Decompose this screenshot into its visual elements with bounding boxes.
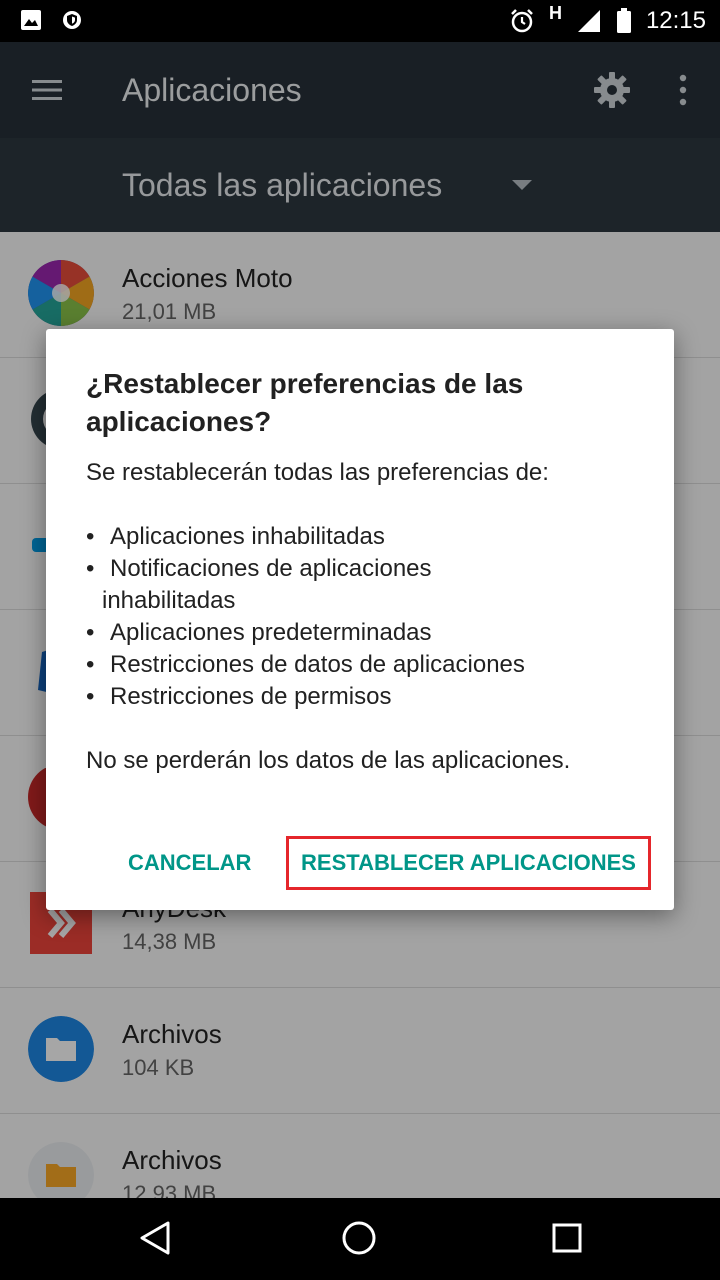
dialog-intro: Se restablecerán todas las preferencias … [86,459,549,486]
alarm-icon [511,9,533,33]
screen: H 12:15 Aplicaciones Todas las aplicacio… [0,0,720,1280]
dialog-title: ¿Restablecer preferencias de las aplicac… [86,368,524,437]
bullet-item: • Aplicaciones predeterminadas [86,619,432,646]
navigation-bar [0,1198,720,1280]
network-type-label: H [548,2,562,23]
status-bar: H 12:15 [0,0,720,42]
bullet-item: • Aplicaciones inhabilitadas [86,523,385,550]
cancel-button[interactable]: CANCELAR [128,843,251,883]
image-icon [21,10,41,30]
dialog-bullet-list: • Aplicaciones inhabilitadas • Notificacio… [86,521,646,713]
bullet-item: • Restricciones de datos de aplicaciones [86,651,525,678]
dialog-note: No se perderán los datos de las aplicaci… [86,747,571,774]
shield-icon [63,11,81,29]
bullet-item: • Notificaciones de aplicaciones [86,555,432,582]
signal-icon [577,10,600,32]
reset-apps-button[interactable]: RESTABLECER APLICACIONES [286,836,651,890]
bullet-item: • Restricciones de permisos [86,683,392,710]
clock: 12:15 [645,7,706,34]
battery-icon [616,8,631,33]
recents-icon[interactable] [551,1222,583,1254]
home-icon[interactable] [341,1220,377,1256]
back-icon[interactable] [138,1220,172,1256]
bullet-item-continuation: inhabilitadas [102,587,236,614]
reset-preferences-dialog: ¿Restablecer preferencias de las aplicac… [46,329,674,910]
